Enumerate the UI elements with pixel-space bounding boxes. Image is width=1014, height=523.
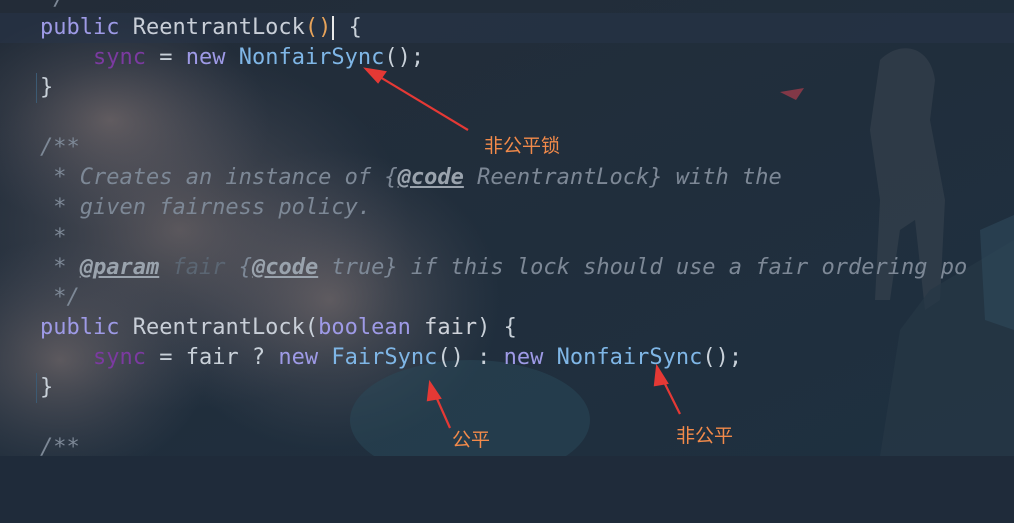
arrow-to-nonfairsync-1	[374, 73, 469, 131]
annotation-fair: 公平	[452, 429, 491, 451]
annotation-nonfair-lock: 非公平锁	[484, 135, 561, 157]
annotation-arrows	[363, 67, 681, 429]
annotation-nonfair: 非公平	[676, 425, 734, 447]
arrowhead	[426, 379, 442, 402]
arrowhead	[363, 67, 387, 84]
arrowhead	[653, 363, 669, 387]
